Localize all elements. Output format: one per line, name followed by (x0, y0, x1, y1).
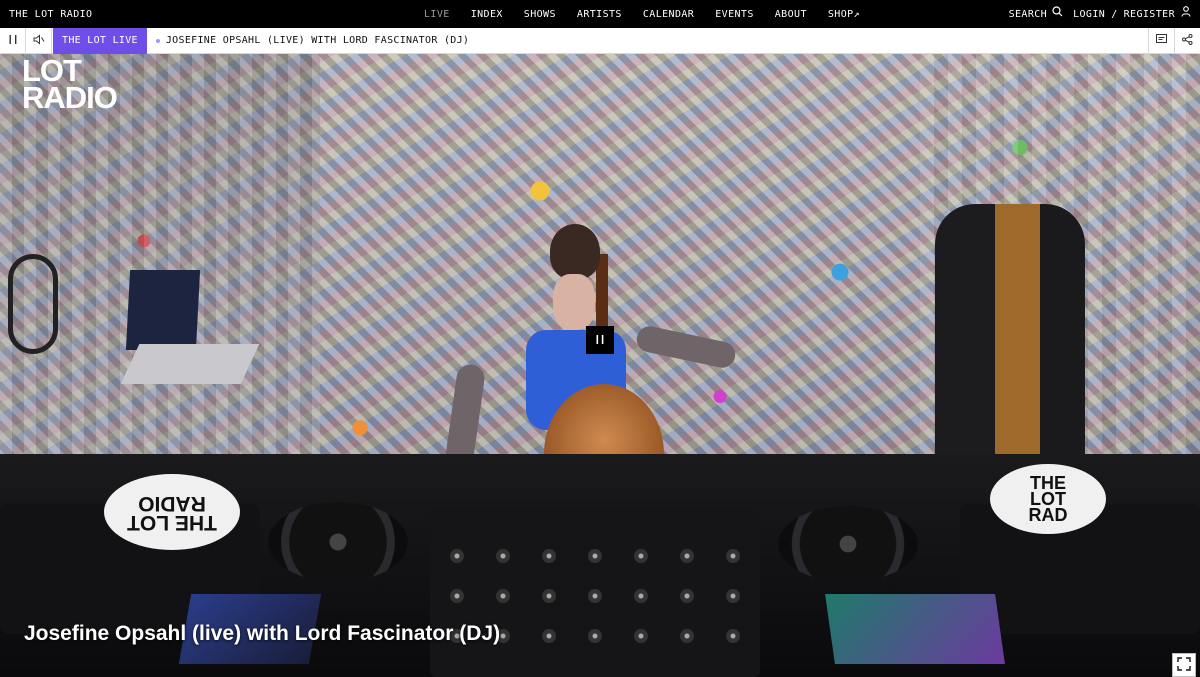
pause-icon (596, 334, 604, 347)
mixer-knob[interactable] (680, 629, 694, 643)
lot-radio-logo: LOT RADIO (22, 54, 118, 115)
performer-face (553, 274, 595, 330)
mixer-knob[interactable] (634, 589, 648, 603)
mixer-knob[interactable] (726, 589, 740, 603)
mixer-knob[interactable] (588, 549, 602, 563)
mixer-knob[interactable] (726, 549, 740, 563)
performer-hair (550, 224, 600, 279)
now-playing-title: JOSEFINE OPSAHL (LIVE) WITH LORD FASCINA… (165, 35, 470, 46)
search-icon[interactable] (1052, 0, 1063, 30)
share-icon (1182, 34, 1193, 48)
volume-button[interactable] (26, 27, 52, 54)
chat-icon (1156, 34, 1167, 48)
mixer-knob[interactable] (588, 629, 602, 643)
live-dot-icon (155, 38, 160, 43)
login-separator: / (1111, 9, 1118, 20)
volume-icon (33, 33, 45, 48)
live-channel-tab[interactable]: THE LOT LIVE (53, 27, 147, 54)
mixer-knob[interactable] (726, 629, 740, 643)
mixer-knob[interactable] (450, 549, 464, 563)
nav-right: SEARCH LOGIN / REGISTER (1009, 0, 1191, 30)
right-record-label: THE LOT RAD (990, 464, 1106, 534)
nav-item-events[interactable]: EVENTS (715, 0, 754, 30)
mixer-knob[interactable] (542, 589, 556, 603)
nav-item-artists[interactable]: ARTISTS (577, 0, 622, 30)
left-platter (268, 502, 408, 582)
main-nav: LIVE INDEX SHOWS ARTISTS CALENDAR EVENTS… (424, 0, 881, 30)
mixer-knob[interactable] (450, 589, 464, 603)
mixer-knob[interactable] (634, 629, 648, 643)
login-link[interactable]: LOGIN (1073, 0, 1105, 30)
fullscreen-button[interactable] (1172, 653, 1196, 677)
nav-item-calendar[interactable]: CALENDAR (643, 0, 694, 30)
right-platter (778, 506, 918, 582)
player-actions (1148, 28, 1200, 54)
mixer-knob[interactable] (542, 549, 556, 563)
right-deck-screen (825, 594, 1005, 664)
video-pause-button[interactable] (586, 326, 614, 354)
pause-icon (9, 34, 17, 47)
now-playing: JOSEFINE OPSAHL (LIVE) WITH LORD FASCINA… (147, 35, 469, 46)
hanging-headphones (8, 254, 58, 354)
mixer-knob[interactable] (542, 629, 556, 643)
nav-item-shows[interactable]: SHOWS (524, 0, 556, 30)
player-bar: THE LOT LIVE JOSEFINE OPSAHL (LIVE) WITH… (0, 27, 1200, 54)
laptop-screen (125, 270, 201, 350)
fullscreen-icon (1177, 656, 1191, 675)
register-link[interactable]: REGISTER (1124, 0, 1175, 30)
mixer-knob[interactable] (496, 589, 510, 603)
share-button[interactable] (1174, 28, 1200, 54)
laptop-base (120, 344, 260, 384)
dj-mixer (430, 509, 760, 677)
nav-item-index[interactable]: INDEX (471, 0, 503, 30)
user-icon[interactable] (1181, 0, 1191, 30)
mixer-knob-row-1 (450, 549, 740, 563)
site-brand[interactable]: THE LOT RADIO (9, 0, 92, 30)
top-navigation: THE LOT RADIO LIVE INDEX SHOWS ARTISTS C… (0, 0, 1200, 28)
mixer-knob-row-2 (450, 589, 740, 603)
mixer-knob[interactable] (634, 549, 648, 563)
search-link[interactable]: SEARCH (1009, 0, 1048, 30)
chat-button[interactable] (1148, 28, 1174, 54)
mixer-knob[interactable] (496, 549, 510, 563)
mixer-knob[interactable] (680, 549, 694, 563)
show-title-caption: Josefine Opsahl (live) with Lord Fascina… (24, 622, 501, 645)
mixer-knob[interactable] (588, 589, 602, 603)
nav-item-live[interactable]: LIVE (424, 0, 450, 30)
live-video-stream[interactable]: THE LOT RADIO THE LOT RAD LOT RADIO Jose… (0, 54, 1200, 677)
left-record-label: THE LOT RADIO (104, 474, 240, 550)
nav-item-shop[interactable]: SHOP↗ (828, 0, 860, 30)
mixer-knob[interactable] (680, 589, 694, 603)
nav-item-about[interactable]: ABOUT (775, 0, 807, 30)
pause-button[interactable] (0, 27, 26, 54)
